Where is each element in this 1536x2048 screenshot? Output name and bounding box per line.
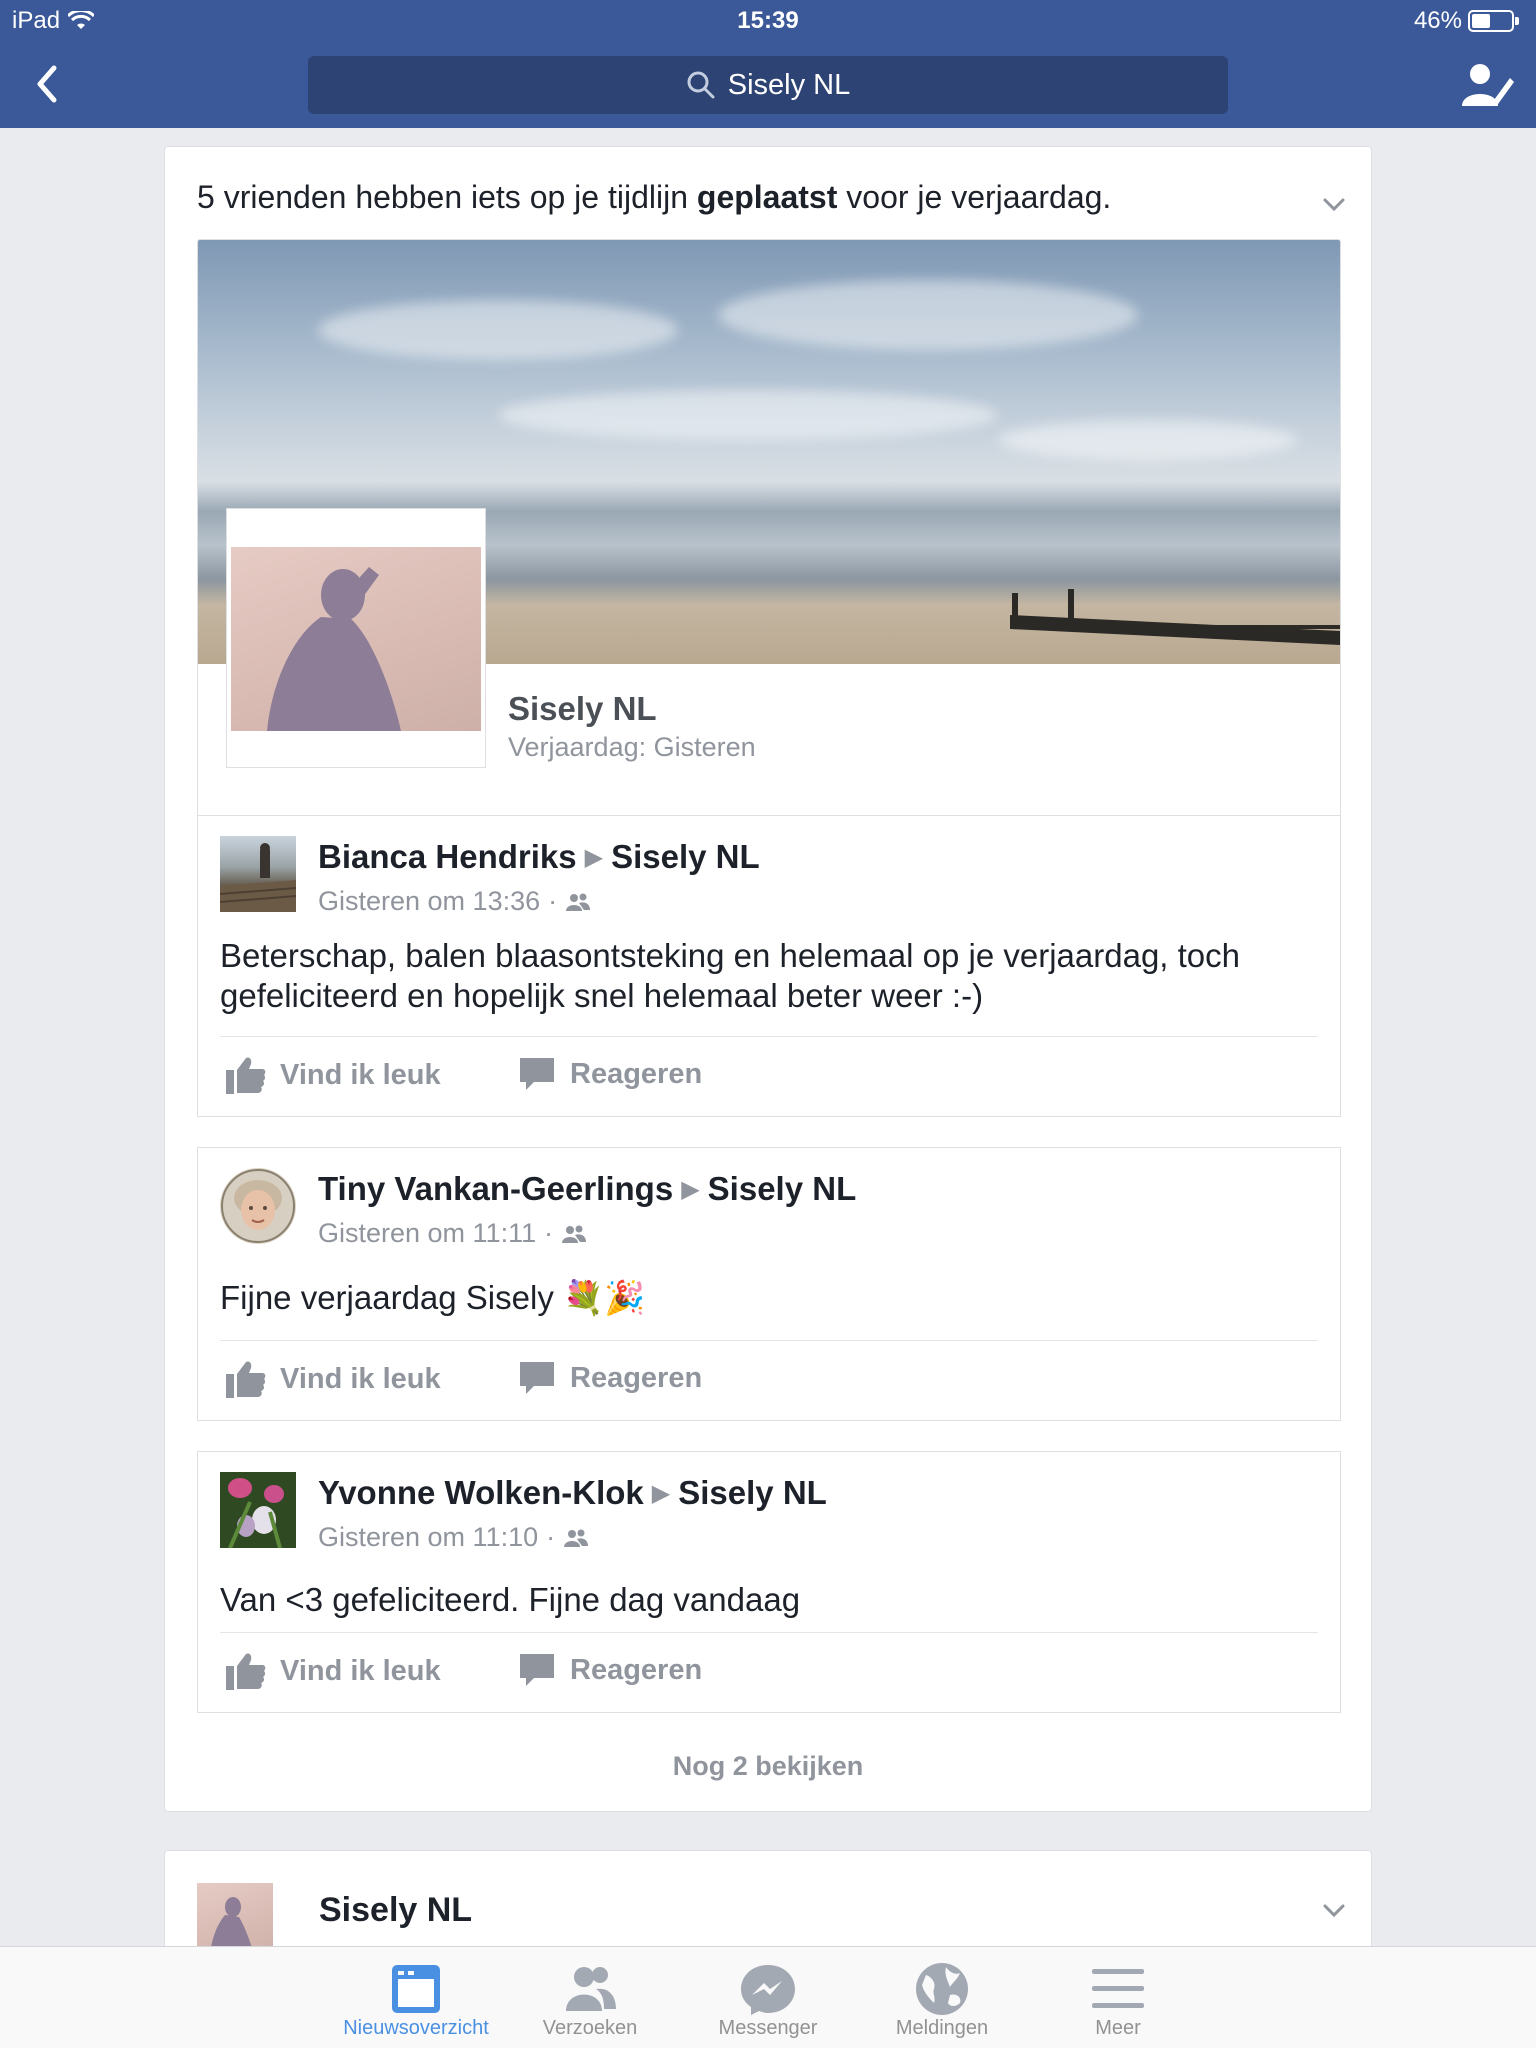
like-button[interactable]: Vind ik leuk <box>226 1056 441 1094</box>
post-text: Van <3 gefeliciteerd. Fijne dag vandaag <box>220 1581 801 1618</box>
divider <box>220 1340 1318 1341</box>
post-title: Yvonne Wolken-Klok ▶ Sisely NL <box>318 1474 827 1511</box>
timeline-post: Tiny Vankan-Geerlings ▶ Sisely NL Gisteren… <box>197 1147 1341 1421</box>
post-title: Bianca Hendriks ▶ Sisely NL <box>318 838 760 875</box>
avatar[interactable] <box>220 1168 296 1244</box>
comment-label: Reageren <box>570 1057 703 1090</box>
header-text-end: voor je verjaardag. <box>837 179 1112 215</box>
post-time[interactable]: Gisteren om 13:36 <box>318 886 540 917</box>
post-text: Beterschap, balen blaasontsteking en hel… <box>220 937 1241 1014</box>
card-header: 5 vrienden hebben iets op je tijdlijn ge… <box>197 179 1111 216</box>
battery-percent: 46% <box>1413 7 1462 34</box>
target-name[interactable]: Sisely NL <box>611 838 760 875</box>
comment-icon <box>520 1654 554 1686</box>
see-more-button[interactable]: Nog 2 bekijken <box>165 1751 1371 1782</box>
author-name[interactable]: Bianca Hendriks <box>318 838 577 875</box>
divider <box>220 1036 1318 1037</box>
comment-label: Reageren <box>570 1361 703 1394</box>
chevron-down-icon[interactable] <box>1319 1895 1349 1925</box>
friends-audience-icon <box>564 1529 589 1547</box>
search-label: Sisely NL <box>727 68 851 101</box>
comment-button[interactable]: Reageren <box>518 1652 702 1688</box>
menu-icon <box>1092 1969 1144 2008</box>
tab-requests[interactable]: Verzoeken <box>502 1947 678 2048</box>
clock: 15:39 <box>737 7 799 34</box>
divider <box>220 1632 1318 1633</box>
search-bar[interactable]: Sisely NL <box>308 56 1228 114</box>
like-label: Vind ik leuk <box>280 1058 441 1091</box>
post-time[interactable]: Gisteren om 11:10 <box>318 1522 538 1553</box>
status-bar: iPad 15:39 46% <box>0 0 1536 42</box>
comment-button[interactable]: Reageren <box>518 1360 702 1396</box>
tab-label: Meldingen <box>895 2017 989 2039</box>
thumbs-up-icon <box>226 1057 266 1094</box>
tab-news-feed[interactable]: Nieuwsoverzicht <box>328 1947 504 2048</box>
chevron-down-icon[interactable] <box>1319 189 1349 219</box>
profile-name[interactable]: Sisely NL <box>508 690 657 728</box>
post-text: Fijne verjaardag Sisely 💐🎉 <box>220 1279 646 1316</box>
comment-icon <box>520 1058 554 1090</box>
comment-icon <box>520 1362 554 1394</box>
post-time[interactable]: Gisteren om 11:11 <box>318 1218 536 1249</box>
target-name[interactable]: Sisely NL <box>678 1474 827 1511</box>
back-button[interactable] <box>28 60 68 108</box>
post-meta: Gisteren om 11:10 · <box>318 1522 589 1553</box>
comment-button[interactable]: Reageren <box>518 1056 702 1092</box>
like-label: Vind ik leuk <box>280 1654 441 1687</box>
battery-icon <box>1468 10 1519 32</box>
profile-picture[interactable] <box>226 508 486 768</box>
timeline-post: Bianca Hendriks ▶ Sisely NL Gisteren om 13… <box>197 815 1341 1117</box>
like-button[interactable]: Vind ik leuk <box>226 1652 441 1690</box>
thumbs-up-icon <box>226 1653 266 1690</box>
like-button[interactable]: Vind ik leuk <box>226 1360 441 1398</box>
thumbs-up-icon <box>226 1361 266 1398</box>
edit-profile-icon[interactable] <box>1460 60 1514 110</box>
post-meta: Gisteren om 11:11 · <box>318 1218 587 1249</box>
post-meta: Gisteren om 13:36 · <box>318 886 591 917</box>
birthday-posts-card: 5 vrienden hebben iets op je tijdlijn ge… <box>164 146 1372 1812</box>
friends-audience-icon <box>562 1225 587 1243</box>
tab-label: Messenger <box>718 2017 818 2039</box>
messenger-icon <box>741 1965 795 2015</box>
friends-audience-icon <box>566 893 591 911</box>
target-name[interactable]: Sisely NL <box>708 1170 857 1207</box>
like-label: Vind ik leuk <box>280 1362 441 1395</box>
search-icon <box>687 71 715 99</box>
avatar[interactable] <box>220 1472 296 1548</box>
post-title: Tiny Vankan-Geerlings ▶ Sisely NL <box>318 1170 857 1207</box>
top-bar: iPad 15:39 46% Sisely NL <box>0 0 1536 128</box>
birthday-label: Verjaardag: Gisteren <box>508 732 756 762</box>
tab-messenger[interactable]: Messenger <box>680 1947 856 2048</box>
post-author-name[interactable]: Sisely NL <box>319 1891 472 1930</box>
tab-notifications[interactable]: Meldingen <box>854 1947 1030 2048</box>
tab-label: Meer <box>1095 2017 1141 2039</box>
tab-label: Nieuwsoverzicht <box>343 2017 489 2039</box>
author-name[interactable]: Yvonne Wolken-Klok <box>318 1474 644 1511</box>
header-text: 5 vrienden hebben iets op je tijdlijn <box>197 179 697 215</box>
tab-more[interactable]: Meer <box>1030 1947 1206 2048</box>
tab-bar: Nieuwsoverzicht Verzoeken Messenger Meld… <box>0 1946 1536 2048</box>
tab-label: Verzoeken <box>542 2017 638 2039</box>
author-name[interactable]: Tiny Vankan-Geerlings <box>318 1170 673 1207</box>
header-bold-text: geplaatst <box>696 179 838 215</box>
friends-icon <box>566 1967 616 2011</box>
globe-icon <box>916 1963 968 2015</box>
timeline-post: Yvonne Wolken-Klok ▶ Sisely NL Gisteren om… <box>197 1451 1341 1713</box>
news-feed-icon <box>392 1965 440 2013</box>
avatar[interactable] <box>220 836 296 912</box>
comment-label: Reageren <box>570 1653 703 1686</box>
